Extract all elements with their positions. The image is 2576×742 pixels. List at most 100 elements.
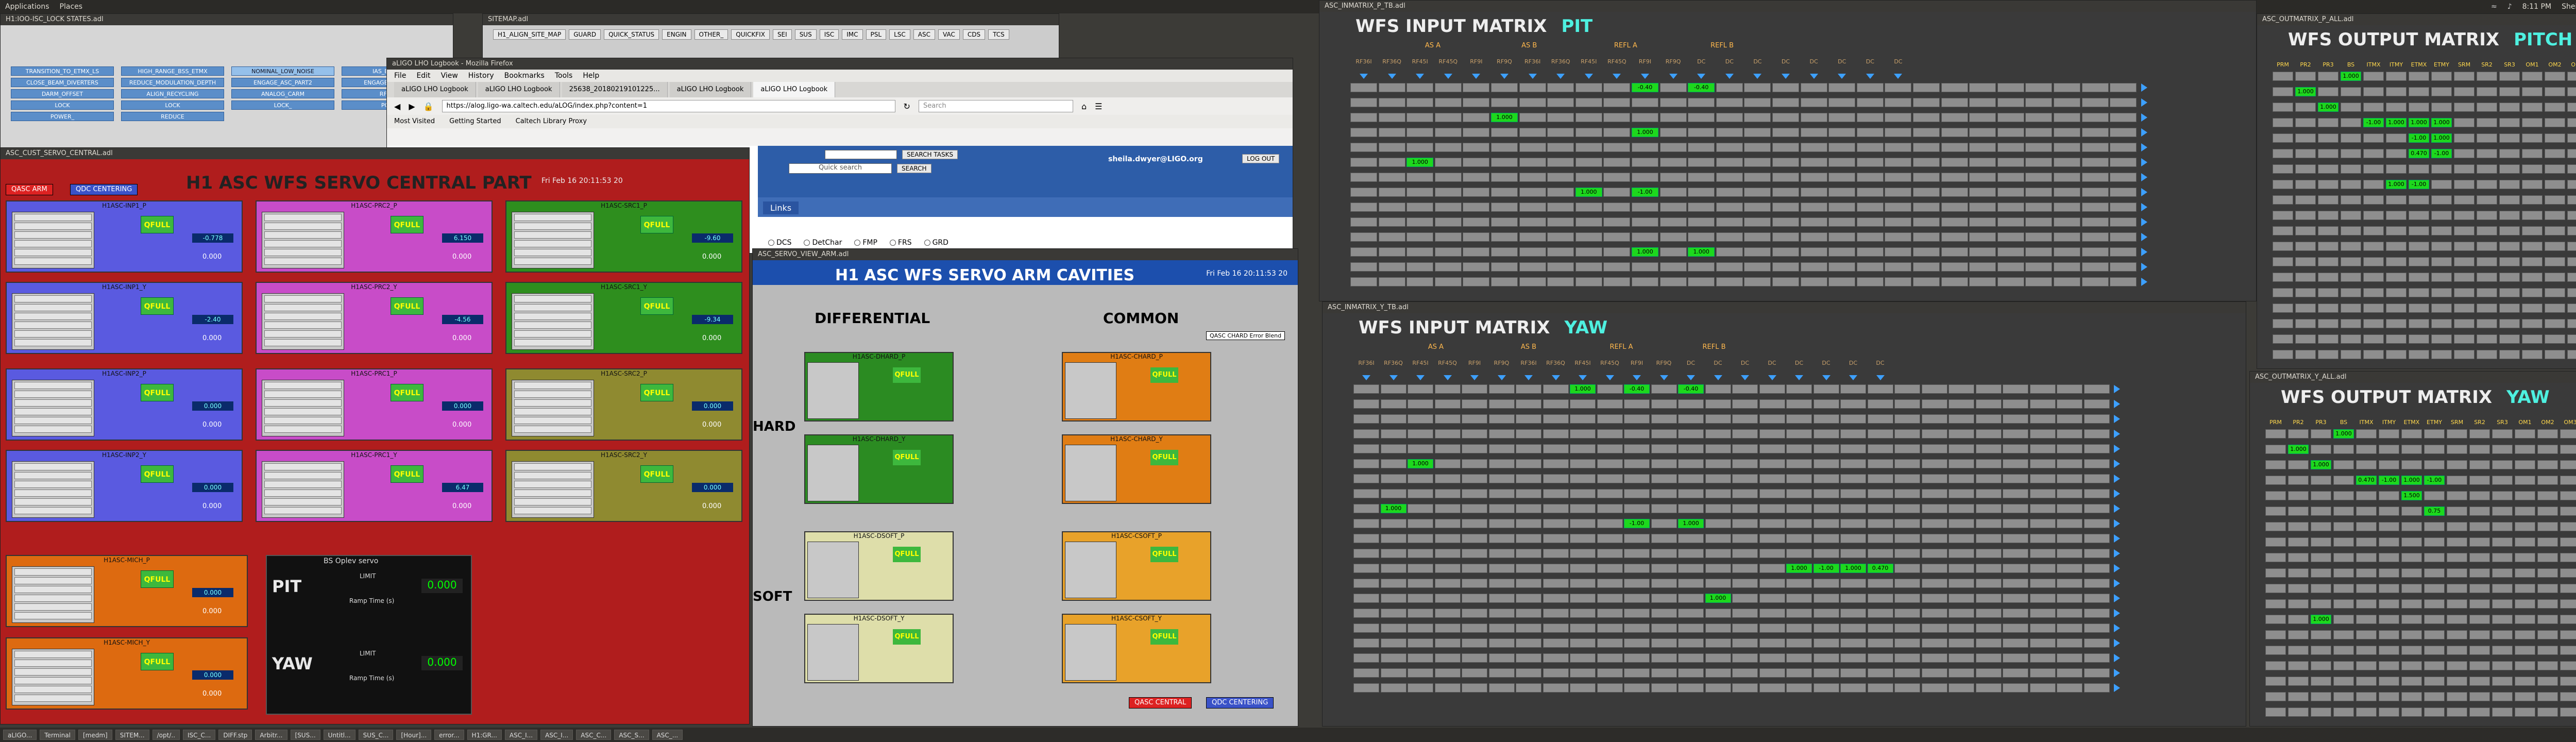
matrix-element[interactable] [1651,504,1677,513]
matrix-element[interactable] [1894,609,1920,618]
matrix-element[interactable] [2567,226,2576,235]
matrix-element[interactable] [1659,143,1687,152]
matrix-element[interactable] [2341,319,2361,328]
matrix-element[interactable] [1856,98,1884,107]
matrix-element-active[interactable]: 1.000 [2431,118,2452,127]
matrix-element[interactable] [1975,519,2002,528]
sitemap-link[interactable]: ISC [819,29,839,40]
matrix-element[interactable] [1575,217,1602,227]
filter-row[interactable] [514,399,591,407]
matrix-element[interactable] [2477,273,2497,282]
matrix-element[interactable] [1543,414,1569,424]
matrix-element[interactable] [2515,445,2535,454]
matrix-element[interactable] [1624,504,1650,513]
matrix-element[interactable] [1462,489,1487,498]
matrix-element[interactable] [1462,444,1487,453]
matrix-element[interactable] [2295,319,2316,328]
matrix-element[interactable] [1380,623,1406,633]
matrix-element-active[interactable]: 1.000 [2295,87,2316,96]
matrix-element[interactable] [1716,188,1743,197]
row-arrow-icon[interactable] [2141,278,2147,286]
matrix-element[interactable] [1705,668,1731,678]
full-button[interactable]: QFULL [640,384,673,401]
matrix-element[interactable] [1921,683,1947,693]
matrix-element[interactable] [1969,158,1996,167]
matrix-element[interactable] [2469,630,2490,639]
matrix-element[interactable] [2477,350,2497,359]
matrix-element[interactable] [2477,164,2497,174]
matrix-element[interactable] [1759,609,1785,618]
matrix-element[interactable] [1624,653,1650,663]
matrix-element[interactable] [2560,677,2576,686]
matrix-element[interactable] [1462,683,1487,693]
matrix-element[interactable] [1380,444,1406,453]
matrix-element[interactable] [2054,262,2080,272]
matrix-element[interactable] [1948,594,1974,603]
matrix-element[interactable] [2288,429,2309,439]
matrix-element[interactable] [2318,211,2338,220]
matrix-element[interactable] [1975,564,2002,573]
filter-row[interactable] [264,304,342,311]
matrix-element[interactable] [2447,661,2467,670]
column-arrow-icon[interactable] [1579,375,1587,380]
matrix-element[interactable] [2545,195,2565,205]
matrix-element[interactable] [2057,623,2082,633]
filter-row[interactable] [514,304,591,311]
matrix-element[interactable] [2567,87,2576,96]
column-arrow-icon[interactable] [1524,375,1533,380]
filter-row[interactable] [514,382,591,389]
row-arrow-icon[interactable] [2141,263,2147,271]
matrix-element[interactable] [1488,638,1515,648]
matrix-element[interactable] [1732,609,1758,618]
dc-centering-button[interactable]: QDC CENTERING [70,184,138,195]
matrix-element[interactable] [1678,638,1704,648]
matrix-element[interactable] [1867,519,1893,528]
matrix-element[interactable] [1786,653,1812,663]
matrix-element[interactable] [1800,203,1827,212]
matrix-element[interactable] [1975,534,2002,543]
matrix-element[interactable] [1894,653,1920,663]
matrix-element[interactable] [2492,707,2513,717]
filter-row[interactable] [264,339,342,346]
matrix-element[interactable] [1744,143,1771,152]
menu-item[interactable]: History [468,70,494,82]
matrix-element[interactable] [1353,564,1379,573]
matrix-element[interactable] [2386,257,2406,266]
matrix-element[interactable] [1570,683,1596,693]
matrix-element[interactable] [2295,257,2316,266]
matrix-element[interactable] [2424,599,2445,609]
matrix-element[interactable] [1434,429,1461,439]
matrix-element[interactable] [2311,445,2331,454]
matrix-element[interactable] [2409,211,2429,220]
row-arrow-icon[interactable] [2141,128,2147,137]
matrix-element[interactable] [1840,429,1866,439]
matrix-element[interactable] [1519,113,1546,122]
matrix-element[interactable] [2295,149,2316,158]
matrix-element[interactable] [2537,707,2558,717]
checkbox-icon[interactable] [804,240,810,246]
matrix-element[interactable] [1380,399,1406,409]
matrix-element[interactable] [2469,522,2490,531]
matrix-element[interactable] [1705,399,1731,409]
row-arrow-icon[interactable] [2141,113,2147,122]
matrix-element[interactable] [2363,257,2384,266]
matrix-element[interactable] [2379,522,2399,531]
matrix-element[interactable] [2447,615,2467,624]
matrix-element[interactable] [2401,445,2422,454]
row-arrow-icon[interactable] [2141,173,2147,181]
filter-row[interactable] [264,472,342,479]
matrix-element[interactable] [2356,445,2377,454]
matrix-element[interactable] [1813,668,1839,678]
matrix-element[interactable] [1813,579,1839,588]
matrix-element[interactable] [2333,460,2354,469]
matrix-element[interactable] [2379,507,2399,516]
matrix-element[interactable] [1678,623,1704,633]
matrix-element-active[interactable]: 1.000 [2401,476,2422,485]
matrix-element[interactable] [1975,474,2002,483]
matrix-element[interactable] [1885,128,1912,137]
matrix-element[interactable] [1353,534,1379,543]
matrix-element[interactable] [2537,646,2558,655]
matrix-element[interactable] [1786,638,1812,648]
matrix-element[interactable] [1624,623,1650,633]
matrix-element[interactable] [2054,83,2080,92]
